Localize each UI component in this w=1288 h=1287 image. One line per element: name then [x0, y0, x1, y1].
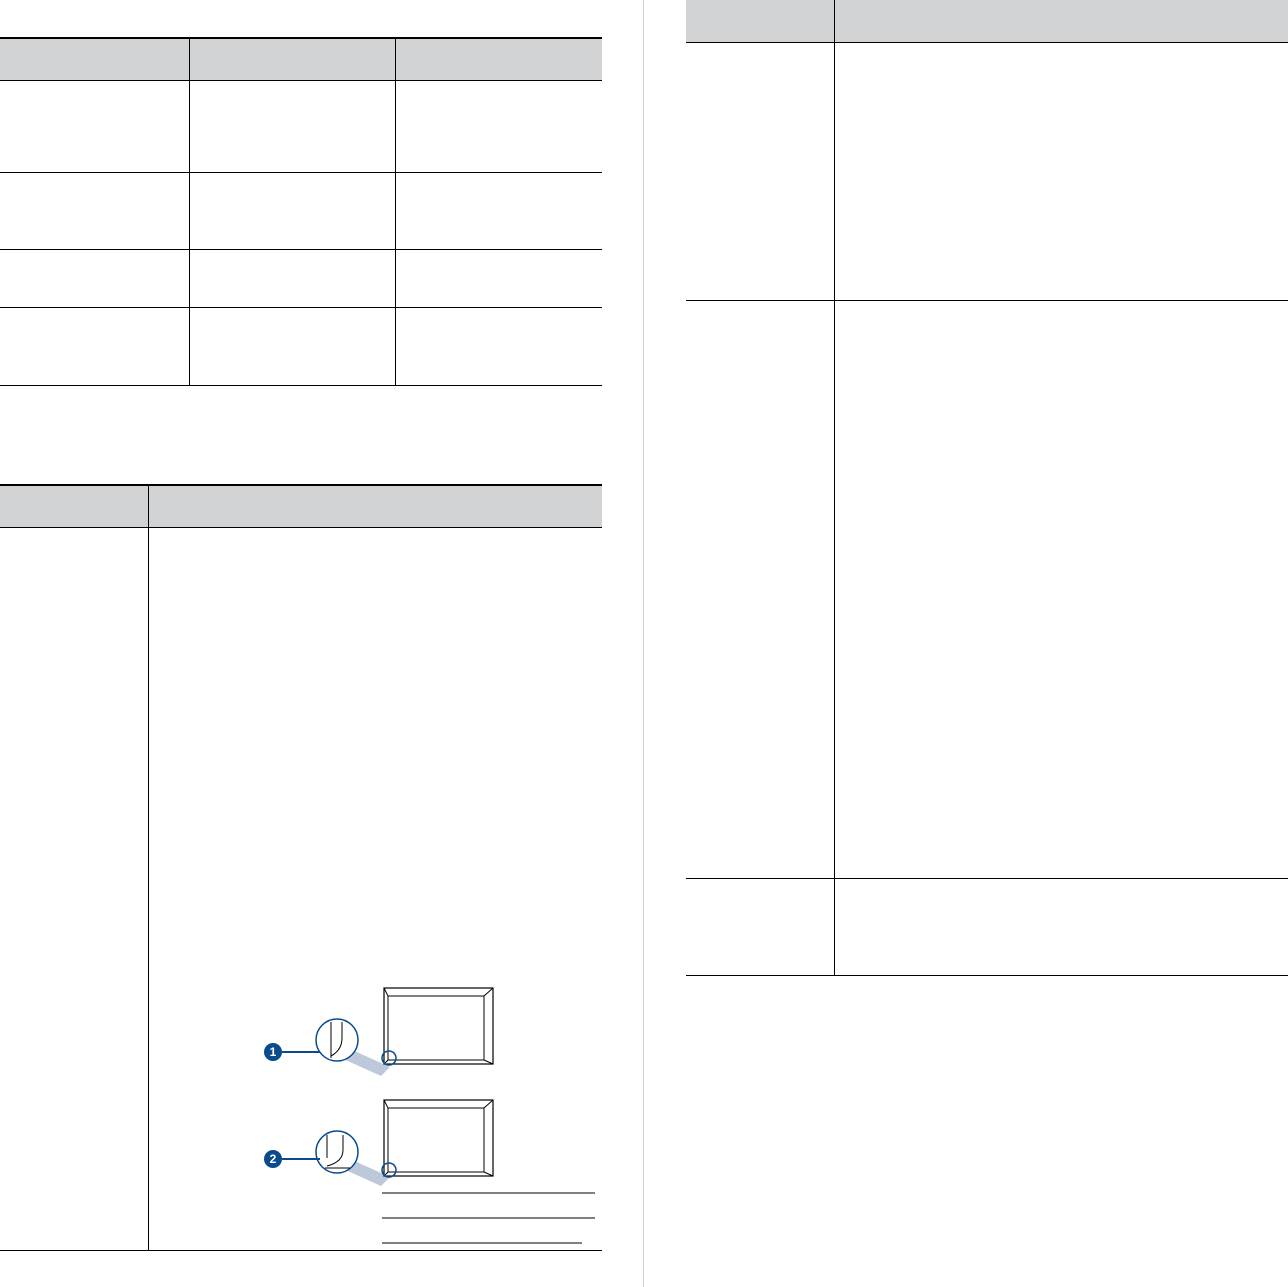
bottom-table-rule-top	[0, 484, 602, 486]
top-table-rule-row3	[0, 307, 602, 308]
callout-2-leader	[282, 1158, 320, 1160]
bottom-table-rule-bottom	[0, 1250, 602, 1251]
callout-1-badge: 1	[264, 1043, 282, 1061]
top-table-col-divider-1	[189, 38, 190, 386]
callout-1-leader	[282, 1051, 320, 1053]
top-table-header	[0, 38, 602, 80]
envelope-2-illustration	[315, 1099, 494, 1186]
right-table-rule-bottom	[686, 975, 1288, 976]
top-table-rule-header	[0, 80, 602, 81]
right-table-rule-header	[686, 42, 1288, 43]
envelope-seam-diagram	[315, 987, 595, 1244]
top-table-rule-row2	[0, 249, 602, 250]
top-table-rule-row1	[0, 172, 602, 173]
envelope-1-illustration	[315, 987, 494, 1076]
top-table-col-divider-2	[395, 38, 396, 386]
right-table-header	[686, 0, 1288, 42]
right-table-rule-row1	[686, 300, 1288, 301]
bottom-table-rule-header	[0, 527, 602, 528]
bottom-table-col-divider	[148, 485, 149, 1251]
callout-2-badge: 2	[264, 1150, 282, 1168]
top-table-rule-top	[0, 37, 602, 39]
bottom-table-header	[0, 485, 602, 527]
right-table-col-divider	[834, 0, 835, 976]
top-table-rule-bottom	[0, 385, 602, 386]
page-divider	[643, 0, 644, 1287]
right-table-rule-row2	[686, 878, 1288, 879]
